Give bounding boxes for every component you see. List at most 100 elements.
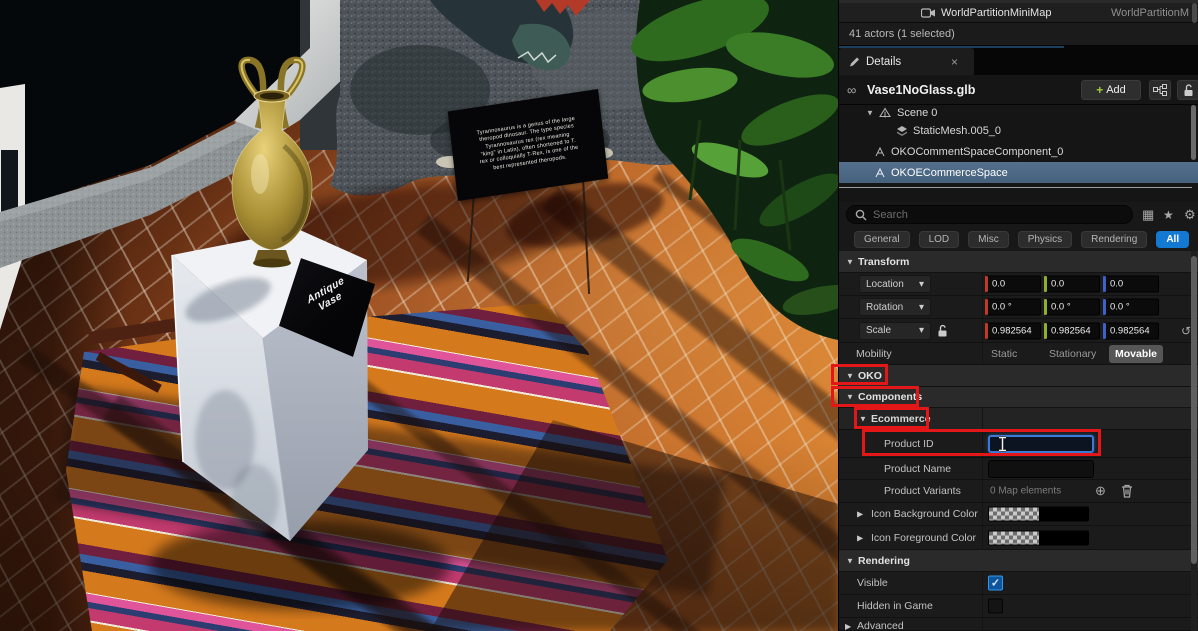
mobility-static[interactable]: Static <box>991 348 1017 360</box>
collapse-arrow-icon[interactable]: ▼ <box>846 257 854 266</box>
hidden-in-game-checkbox[interactable] <box>988 599 1003 614</box>
variants-count: 0 Map elements <box>990 486 1061 497</box>
chevron-down-icon: ▾ <box>919 279 924 290</box>
solid-color <box>1039 508 1089 521</box>
scale-y-field[interactable]: 0.982564 <box>1044 322 1100 339</box>
alpha-checker <box>989 531 1039 544</box>
actors-count: 41 actors (1 selected) <box>849 28 955 40</box>
trash-icon[interactable] <box>1121 484 1133 498</box>
tree-scrollbar[interactable] <box>1191 105 1196 160</box>
icon-background-color-swatch[interactable] <box>988 507 1089 522</box>
panel-scrollbar-thumb[interactable] <box>1191 256 1197 564</box>
unlock-icon <box>1183 84 1194 97</box>
location-z-field[interactable]: 0.0 <box>1103 276 1159 293</box>
section-components[interactable]: ▼ Components <box>839 387 1198 408</box>
location-y-field[interactable]: 0.0 <box>1044 276 1100 293</box>
visible-checkbox[interactable]: ✓ <box>988 576 1003 591</box>
expand-arrow-icon[interactable]: ▶ <box>857 510 863 519</box>
rotation-z-field[interactable]: 0.0 ° <box>1103 299 1159 316</box>
level-viewport[interactable]: Tyrannosaurus is a genus of the large th… <box>0 0 838 631</box>
add-element-icon[interactable]: ⊕ <box>1095 483 1106 499</box>
static-mesh-icon <box>896 125 908 137</box>
outliner-status-bar: 41 actors (1 selected) <box>839 23 1198 46</box>
section-transform[interactable]: ▼ Transform <box>839 251 1198 273</box>
settings-gear-icon[interactable]: ⚙ <box>1184 207 1196 223</box>
tree-item-staticmesh[interactable]: StaticMesh.005_0 <box>839 120 1198 141</box>
tab-details[interactable]: Details × <box>839 48 974 75</box>
blueprint-hierarchy-button[interactable] <box>1149 80 1171 100</box>
tab-close-icon[interactable]: × <box>951 55 958 69</box>
plants <box>623 0 838 340</box>
property-row-advanced[interactable]: ▶ Advanced <box>839 618 1198 631</box>
add-component-button[interactable]: + Add <box>1081 80 1141 100</box>
mobility-stationary[interactable]: Stationary <box>1049 348 1096 360</box>
subsection-ecommerce[interactable]: ▼ Ecommerce <box>839 408 1198 430</box>
chevron-down-icon: ▾ <box>919 325 924 336</box>
details-tab-bar: Details × <box>839 46 1198 75</box>
outliner-row-minimap[interactable]: WorldPartitionMiniMap WorldPartitionM <box>839 3 1198 23</box>
property-row-product-id: Product ID <box>839 430 1198 458</box>
rotation-dropdown[interactable]: Rotation ▾ <box>859 298 931 316</box>
filter-chip-rendering[interactable]: Rendering <box>1081 231 1147 248</box>
section-rendering[interactable]: ▼ Rendering <box>839 550 1198 572</box>
property-row-location: Location ▾ 0.0 0.0 0.0 <box>839 273 1198 296</box>
actor-component-icon <box>874 146 886 158</box>
filter-chip-row: General LOD Misc Physics Rendering All <box>839 228 1198 251</box>
outliner-item-type: WorldPartitionM <box>1111 7 1189 19</box>
favorites-star-icon[interactable]: ★ <box>1163 208 1174 222</box>
property-row-product-name: Product Name <box>839 458 1198 480</box>
display-filter-icon[interactable]: ▦ <box>1142 207 1154 223</box>
collapse-arrow-icon[interactable]: ▼ <box>846 371 854 380</box>
tab-label: Details <box>866 56 901 68</box>
product-name-input[interactable] <box>988 460 1094 478</box>
icon-foreground-color-swatch[interactable] <box>988 530 1089 545</box>
tree-item-ecommercespace[interactable]: OKOECommerceSpace <box>839 162 1198 183</box>
property-row-hidden-in-game: Hidden in Game <box>839 595 1198 618</box>
collapse-arrow-icon[interactable]: ▼ <box>866 108 874 117</box>
collapse-arrow-icon[interactable]: ▼ <box>846 393 854 402</box>
link-icon: ∞ <box>847 82 856 97</box>
filter-chip-lod[interactable]: LOD <box>919 231 960 248</box>
filter-chip-general[interactable]: General <box>854 231 910 248</box>
outliner-scrollbar[interactable] <box>1192 3 1197 23</box>
tree-item-scene[interactable]: ▼ Scene 0 <box>839 105 1198 120</box>
mobility-movable[interactable]: Movable <box>1109 345 1163 363</box>
outliner-item-label: WorldPartitionMiniMap <box>941 7 1051 19</box>
rotation-y-field[interactable]: 0.0 ° <box>1044 299 1100 316</box>
camera-icon <box>921 7 936 18</box>
scale-x-field[interactable]: 0.982564 <box>985 322 1041 339</box>
property-row-icon-fg-color: ▶ Icon Foreground Color <box>839 526 1198 550</box>
location-x-field[interactable]: 0.0 <box>985 276 1041 293</box>
reset-to-default-icon[interactable]: ↺ <box>1181 324 1191 338</box>
rotation-x-field[interactable]: 0.0 ° <box>985 299 1041 316</box>
expand-arrow-icon[interactable]: ▶ <box>857 533 863 542</box>
property-row-mobility: Mobility Static Stationary Movable <box>839 343 1198 365</box>
collapse-arrow-icon[interactable]: ▼ <box>846 556 854 565</box>
selected-actor-name: Vase1NoGlass.glb <box>867 83 975 97</box>
section-oko[interactable]: ▼ OKO <box>839 365 1198 387</box>
details-pencil-icon <box>848 55 861 68</box>
search-icon <box>855 209 867 221</box>
component-tree: ▼ Scene 0 StaticMesh.005_0 OKOCommentSpa… <box>839 105 1198 202</box>
scale-z-field[interactable]: 0.982564 <box>1103 322 1159 339</box>
tree-item-commentspace[interactable]: OKOCommentSpaceComponent_0 <box>839 141 1198 162</box>
chevron-down-icon: ▾ <box>919 302 924 313</box>
property-row-product-variants: Product Variants 0 Map elements ⊕ <box>839 480 1198 503</box>
check-icon: ✓ <box>991 577 1000 590</box>
filter-chip-misc[interactable]: Misc <box>968 231 1009 248</box>
property-row-rotation: Rotation ▾ 0.0 ° 0.0 ° 0.0 ° <box>839 296 1198 319</box>
collapse-arrow-icon[interactable]: ▼ <box>859 414 867 423</box>
lock-button[interactable] <box>1177 80 1198 100</box>
scale-dropdown[interactable]: Scale ▾ <box>859 322 931 340</box>
scene-component-icon <box>879 107 891 118</box>
filter-chip-physics[interactable]: Physics <box>1018 231 1072 248</box>
property-row-scale: Scale ▾ 0.982564 0.982564 0.982564 ↺ <box>839 319 1198 343</box>
expand-arrow-icon[interactable]: ▶ <box>845 622 851 631</box>
search-field[interactable] <box>846 205 1133 224</box>
actor-component-icon <box>874 167 886 179</box>
wall-picture-frame <box>1 150 18 212</box>
filter-chip-all[interactable]: All <box>1156 231 1189 248</box>
location-dropdown[interactable]: Location ▾ <box>859 275 931 293</box>
scale-lock-icon[interactable] <box>937 324 948 337</box>
search-input[interactable] <box>873 209 1124 221</box>
